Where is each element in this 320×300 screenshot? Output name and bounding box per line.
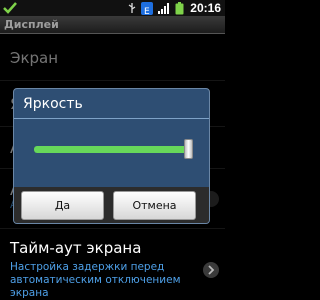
- chevron-right-icon: [203, 262, 219, 278]
- battery-icon: [175, 1, 184, 14]
- dialog-divider: [14, 118, 209, 119]
- settings-item-subtitle: Настройка задержки перед автоматическим …: [10, 261, 181, 299]
- title-bar: Дисплей: [0, 16, 225, 34]
- usb-icon: [128, 3, 136, 13]
- cancel-button[interactable]: Отмена: [113, 191, 196, 220]
- signal-icon: [158, 2, 170, 14]
- slider-thumb[interactable]: [184, 139, 193, 159]
- settings-item[interactable]: Экран: [0, 35, 225, 81]
- settings-item-title: Тайм-аут экрана: [10, 239, 142, 257]
- ok-button[interactable]: Да: [21, 191, 104, 220]
- svg-text:E: E: [144, 7, 150, 17]
- settings-item-screen-timeout[interactable]: Тайм-аут экрана Настройка задержки перед…: [0, 229, 225, 300]
- slider-fill: [34, 146, 191, 153]
- check-icon: [3, 2, 17, 14]
- clock: 20:16: [190, 1, 221, 15]
- dialog-button-bar: Да Отмена: [14, 187, 209, 223]
- settings-item-title: Экран: [10, 49, 59, 67]
- page-title: Дисплей: [4, 18, 59, 31]
- status-bar: E 20:16: [0, 0, 225, 17]
- edge-network-icon: E: [141, 1, 154, 17]
- dialog-title: Яркость: [23, 96, 83, 112]
- brightness-dialog: Яркость Да Отмена: [13, 88, 210, 224]
- brightness-slider[interactable]: [14, 123, 209, 171]
